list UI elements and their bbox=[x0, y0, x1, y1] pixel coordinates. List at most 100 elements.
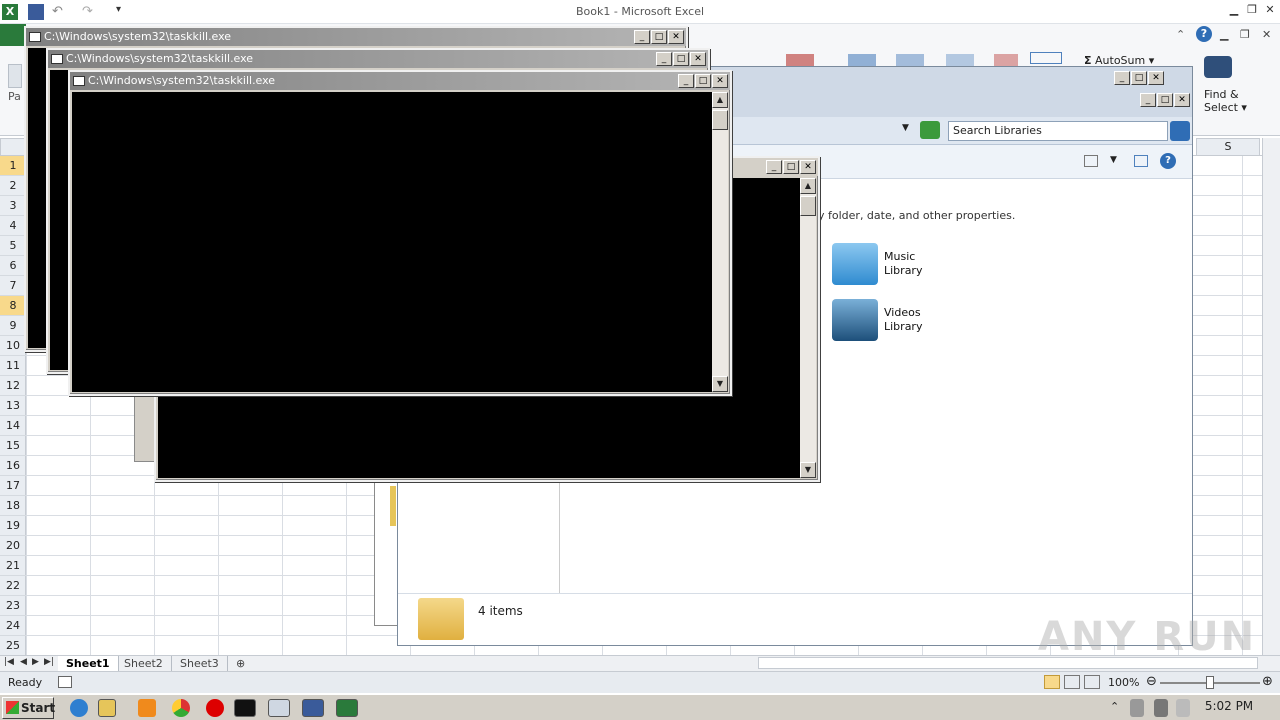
scroll-thumb[interactable] bbox=[800, 196, 816, 216]
close-button[interactable]: ✕ bbox=[1174, 93, 1190, 107]
row-format-icon[interactable] bbox=[946, 54, 974, 66]
row-header[interactable]: 25 bbox=[0, 636, 26, 656]
close-button[interactable]: ✕ bbox=[668, 30, 684, 44]
scroll-thumb[interactable] bbox=[712, 110, 728, 130]
scroll-down-icon[interactable]: ▼ bbox=[800, 462, 816, 478]
console-title-bar[interactable]: C:\Windows\system32\taskkill.exe bbox=[70, 72, 730, 90]
row-header[interactable]: 9 bbox=[0, 316, 26, 336]
row-header[interactable]: 24 bbox=[0, 616, 26, 636]
internet-explorer-icon[interactable] bbox=[70, 699, 88, 717]
row-header[interactable]: 8 bbox=[0, 296, 26, 316]
zoom-slider-thumb[interactable] bbox=[1206, 676, 1214, 689]
minimize-button[interactable]: _ bbox=[1140, 93, 1156, 107]
delete-cells-icon[interactable] bbox=[848, 54, 876, 66]
zoom-level[interactable]: 100% bbox=[1108, 676, 1139, 689]
row-header[interactable]: 3 bbox=[0, 196, 26, 216]
column-header-s[interactable]: S bbox=[1196, 138, 1260, 156]
scroll-up-icon[interactable]: ▲ bbox=[712, 92, 728, 108]
ribbon-close-icon[interactable]: ✕ bbox=[1262, 28, 1271, 41]
row-header[interactable]: 17 bbox=[0, 476, 26, 496]
console-title-bar[interactable]: C:\Windows\system32\taskkill.exe bbox=[26, 28, 686, 46]
insert-cells-icon[interactable] bbox=[786, 54, 814, 66]
row-header[interactable]: 6 bbox=[0, 256, 26, 276]
next-sheet-icon[interactable]: ▶ bbox=[32, 657, 39, 667]
maximize-button[interactable]: □ bbox=[783, 160, 799, 174]
window-taskbar-icon[interactable] bbox=[268, 699, 290, 717]
row-header[interactable]: 16 bbox=[0, 456, 26, 476]
sheet-tab-sheet3[interactable]: Sheet3 bbox=[172, 656, 228, 671]
view-dropdown-icon[interactable]: ▼ bbox=[1110, 155, 1117, 165]
flag-tray-icon[interactable] bbox=[1176, 699, 1190, 717]
paste-label[interactable]: Pa bbox=[8, 90, 21, 103]
row-header[interactable]: 1 bbox=[0, 156, 26, 176]
cmd-taskbar-icon[interactable] bbox=[234, 699, 256, 717]
minimize-button[interactable]: _ bbox=[678, 74, 694, 88]
ribbon-minimize-icon[interactable]: ▁ bbox=[1220, 28, 1228, 41]
maximize-button[interactable]: □ bbox=[695, 74, 711, 88]
videos-library[interactable]: Videos Library bbox=[832, 299, 944, 341]
scroll-down-icon[interactable]: ▼ bbox=[712, 376, 728, 392]
scroll-up-icon[interactable]: ▲ bbox=[800, 178, 816, 194]
maximize-button[interactable]: □ bbox=[1131, 71, 1147, 85]
row-header[interactable]: 19 bbox=[0, 516, 26, 536]
view-options-icon[interactable] bbox=[1084, 155, 1098, 167]
vertical-scrollbar[interactable] bbox=[1262, 138, 1280, 656]
minimize-button[interactable]: _ bbox=[766, 160, 782, 174]
console-scrollbar[interactable]: ▲ ▼ bbox=[800, 178, 816, 478]
close-button[interactable]: ✕ bbox=[800, 160, 816, 174]
media-player-icon[interactable] bbox=[138, 699, 156, 717]
file-tab[interactable] bbox=[0, 24, 26, 46]
help-icon[interactable]: ? bbox=[1196, 26, 1212, 42]
row-header[interactable]: 5 bbox=[0, 236, 26, 256]
row-header[interactable]: 14 bbox=[0, 416, 26, 436]
last-sheet-icon[interactable]: ▶| bbox=[44, 657, 54, 667]
minimize-button[interactable]: _ bbox=[634, 30, 650, 44]
search-input[interactable]: Search Libraries bbox=[948, 121, 1168, 141]
excel-taskbar-icon[interactable] bbox=[336, 699, 358, 717]
row-header[interactable]: 22 bbox=[0, 576, 26, 596]
row-header[interactable]: 10 bbox=[0, 336, 26, 356]
console-window-3[interactable]: C:\Windows\system32\taskkill.exe _ □ ✕ ▲… bbox=[68, 70, 732, 396]
minimize-button[interactable]: _ bbox=[656, 52, 672, 66]
refresh-icon[interactable] bbox=[920, 121, 940, 139]
format-cells-icon[interactable] bbox=[896, 54, 924, 66]
row-header[interactable]: 23 bbox=[0, 596, 26, 616]
sheet-tab-sheet2[interactable]: Sheet2 bbox=[116, 656, 172, 671]
insert-sheet-icon[interactable]: ⊕ bbox=[228, 656, 253, 671]
floppy-taskbar-icon[interactable] bbox=[302, 699, 324, 717]
maximize-button[interactable]: □ bbox=[1157, 93, 1173, 107]
zoom-in-icon[interactable]: ⊕ bbox=[1262, 674, 1273, 689]
binoculars-icon[interactable] bbox=[1204, 56, 1232, 78]
opera-icon[interactable] bbox=[206, 699, 224, 717]
macro-record-icon[interactable] bbox=[58, 676, 72, 688]
prev-sheet-icon[interactable]: ◀ bbox=[20, 657, 27, 667]
maximize-button[interactable]: □ bbox=[651, 30, 667, 44]
sheet-tab-sheet1[interactable]: Sheet1 bbox=[58, 656, 119, 671]
close-button[interactable]: ✕ bbox=[712, 74, 728, 88]
close-button[interactable]: ✕ bbox=[690, 52, 706, 66]
minimize-button[interactable]: ▁ bbox=[1226, 3, 1242, 17]
row-header[interactable]: 15 bbox=[0, 436, 26, 456]
minimize-button[interactable]: _ bbox=[1114, 71, 1130, 85]
security-tray-icon[interactable] bbox=[1154, 699, 1168, 717]
zoom-out-icon[interactable]: ⊖ bbox=[1146, 674, 1157, 689]
row-header[interactable]: 11 bbox=[0, 356, 26, 376]
network-tray-icon[interactable] bbox=[1130, 699, 1144, 717]
explorer-icon[interactable] bbox=[98, 699, 116, 717]
start-button[interactable]: Start bbox=[2, 697, 55, 719]
page-break-view-icon[interactable] bbox=[1084, 675, 1100, 689]
row-header[interactable]: 21 bbox=[0, 556, 26, 576]
row-header[interactable]: 13 bbox=[0, 396, 26, 416]
clear-icon[interactable] bbox=[994, 54, 1018, 66]
page-layout-view-icon[interactable] bbox=[1064, 675, 1080, 689]
address-dropdown-icon[interactable]: ▼ bbox=[902, 123, 909, 133]
help-up-icon[interactable]: ⌃ bbox=[1176, 28, 1185, 41]
paste-icon[interactable] bbox=[8, 64, 22, 88]
first-sheet-icon[interactable]: |◀ bbox=[4, 657, 14, 667]
close-button[interactable]: ✕ bbox=[1148, 71, 1164, 85]
row-header[interactable]: 2 bbox=[0, 176, 26, 196]
select-all-corner[interactable] bbox=[0, 138, 26, 156]
normal-view-icon[interactable] bbox=[1044, 675, 1060, 689]
find-select-label-2[interactable]: Select ▾ bbox=[1204, 101, 1247, 114]
row-header[interactable]: 18 bbox=[0, 496, 26, 516]
